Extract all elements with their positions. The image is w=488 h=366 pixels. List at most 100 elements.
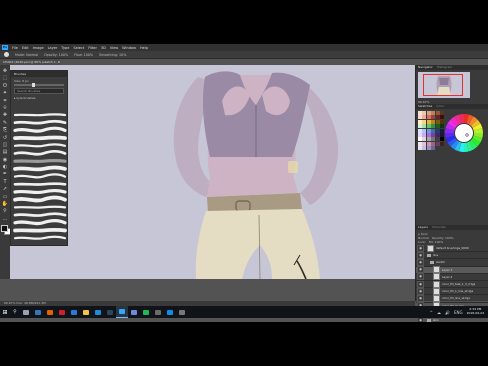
steam-icon[interactable] xyxy=(104,306,116,318)
zoom-icon[interactable]: ⚲ xyxy=(2,208,8,214)
color-swatch[interactable] xyxy=(431,111,436,115)
menu-3d[interactable]: 3D xyxy=(101,46,106,50)
crop-icon[interactable]: ⌗ xyxy=(2,98,8,104)
color-swatch[interactable] xyxy=(422,128,427,133)
brush-preset-stroke[interactable] xyxy=(13,143,67,148)
color-swatch[interactable] xyxy=(418,146,422,151)
navigator-view-box[interactable] xyxy=(423,74,463,96)
volume-icon[interactable]: 🔊 xyxy=(445,310,450,315)
color-swatch[interactable] xyxy=(422,146,427,151)
brush-preset-stroke[interactable] xyxy=(13,235,67,240)
layer-row[interactable]: ● Layer 4 xyxy=(416,273,488,281)
color-swatch[interactable] xyxy=(422,141,427,146)
layer-row[interactable]: ● color_fill_line_sk.tga xyxy=(416,294,488,303)
color-swatch[interactable] xyxy=(426,137,431,142)
color-swatch[interactable] xyxy=(422,137,427,142)
layer-row[interactable]: ● default brush.tga_0000 xyxy=(416,244,488,253)
healing-icon[interactable]: ✚ xyxy=(2,112,8,118)
move-icon[interactable]: ✥ xyxy=(2,68,8,74)
path-select-icon[interactable]: ➚ xyxy=(2,186,8,192)
lasso-icon[interactable]: ʘ xyxy=(2,83,8,89)
visibility-eye-icon[interactable]: ● xyxy=(417,258,424,266)
brush-preset-stroke[interactable] xyxy=(13,120,67,125)
brush-preset-stroke[interactable] xyxy=(13,135,67,141)
color-swatch[interactable] xyxy=(431,137,436,142)
color-swatch[interactable] xyxy=(426,146,431,151)
color-swatch[interactable] xyxy=(431,124,436,129)
taskview-icon[interactable] xyxy=(20,306,32,318)
menu-help[interactable]: Help xyxy=(140,46,148,50)
tray-overflow-icon[interactable]: ^ xyxy=(430,310,433,315)
color-wheel-picker[interactable] xyxy=(465,133,469,137)
foreground-color-swatch[interactable] xyxy=(1,225,8,233)
menu-filter[interactable]: Filter xyxy=(88,46,97,50)
brush-preset-stroke[interactable] xyxy=(13,165,67,172)
brush-preset-stroke[interactable] xyxy=(13,126,67,133)
brush-preset-stroke[interactable] xyxy=(13,182,67,186)
blur-icon[interactable]: ◉ xyxy=(2,157,8,163)
color-swatch[interactable] xyxy=(426,111,431,115)
brush-preset-stroke[interactable] xyxy=(13,113,67,117)
eraser-icon[interactable]: ◫ xyxy=(2,142,8,148)
brush-preset-stroke[interactable] xyxy=(13,219,67,226)
option-1[interactable]: Opacity: 100% xyxy=(44,53,68,57)
color-swatch[interactable] xyxy=(418,111,422,115)
marquee-icon[interactable]: ⬚ xyxy=(2,75,8,81)
cloud-icon[interactable]: ☁ xyxy=(437,310,441,315)
visibility-eye-icon[interactable]: ● xyxy=(417,273,424,281)
tab-swatches[interactable]: Swatches xyxy=(418,104,432,109)
option-3[interactable]: Smoothing: 10% xyxy=(99,53,126,57)
color-swatch[interactable] xyxy=(426,128,431,133)
edge-icon[interactable] xyxy=(32,306,44,318)
brush-preset-stroke[interactable] xyxy=(13,212,67,217)
brush-preset-stroke[interactable] xyxy=(13,189,67,195)
menu-view[interactable]: View xyxy=(110,46,118,50)
brush-preset-stroke[interactable] xyxy=(13,228,67,233)
color-swatch[interactable] xyxy=(426,124,431,129)
spotify-icon[interactable] xyxy=(140,306,152,318)
brush-preset-stroke[interactable] xyxy=(13,159,67,164)
color-swatch[interactable] xyxy=(418,124,422,129)
color-swatch[interactable] xyxy=(435,132,440,137)
color-swatch[interactable] xyxy=(431,132,436,137)
tab-navigator[interactable]: Navigator xyxy=(418,65,433,70)
menu-file[interactable]: File xyxy=(12,46,18,50)
color-swatch[interactable] xyxy=(426,132,431,137)
layer-fill[interactable]: Fill: 100% xyxy=(429,240,444,244)
color-swatch[interactable] xyxy=(426,141,431,146)
eyedropper-icon[interactable]: ⍟ xyxy=(2,105,8,111)
color-swatch[interactable] xyxy=(435,137,440,142)
brush-search-input[interactable]: Search Brushes xyxy=(14,88,64,94)
canvas[interactable] xyxy=(10,65,415,279)
firefox-icon[interactable] xyxy=(44,306,56,318)
layer-row[interactable]: ● color_fill_1_line_sk.tga xyxy=(416,287,488,296)
menu-select[interactable]: Select xyxy=(73,46,84,50)
color-swatch[interactable] xyxy=(422,115,427,120)
tab-layers[interactable]: Layers xyxy=(418,225,428,230)
brush-preset-icon[interactable] xyxy=(4,52,9,57)
color-swatch[interactable] xyxy=(431,115,436,120)
menu-edit[interactable]: Edit xyxy=(22,46,29,50)
color-swatch[interactable] xyxy=(418,137,422,142)
visibility-eye-icon[interactable]: ● xyxy=(417,251,424,259)
option-0[interactable]: Mode: Normal xyxy=(15,53,38,57)
color-swatch[interactable] xyxy=(422,111,427,115)
language-indicator[interactable]: ENG xyxy=(454,310,463,315)
brush-preset-stroke[interactable] xyxy=(13,150,67,156)
color-swatch[interactable] xyxy=(431,128,436,133)
gradient-icon[interactable]: ▤ xyxy=(2,149,8,155)
visibility-eye-icon[interactable]: ● xyxy=(417,280,424,288)
search-icon[interactable]: ⚲ xyxy=(10,306,20,318)
brush-preset-stroke[interactable] xyxy=(13,173,67,179)
more-icon[interactable]: … xyxy=(2,216,8,222)
magic-wand-icon[interactable]: ✦ xyxy=(2,90,8,96)
explorer-icon[interactable] xyxy=(80,306,92,318)
color-wheel[interactable] xyxy=(444,113,484,153)
layer-row[interactable]: ● color_fill_test_1_3_2.tga xyxy=(416,280,488,289)
clock[interactable]: 2:34 PM 2018-09-24 xyxy=(467,308,484,315)
option-2[interactable]: Flow: 100% xyxy=(74,53,93,57)
color-swatch[interactable] xyxy=(426,115,431,120)
color-swatch[interactable] xyxy=(418,132,422,137)
color-swatch[interactable] xyxy=(435,115,440,120)
color-swatch[interactable] xyxy=(422,119,427,124)
